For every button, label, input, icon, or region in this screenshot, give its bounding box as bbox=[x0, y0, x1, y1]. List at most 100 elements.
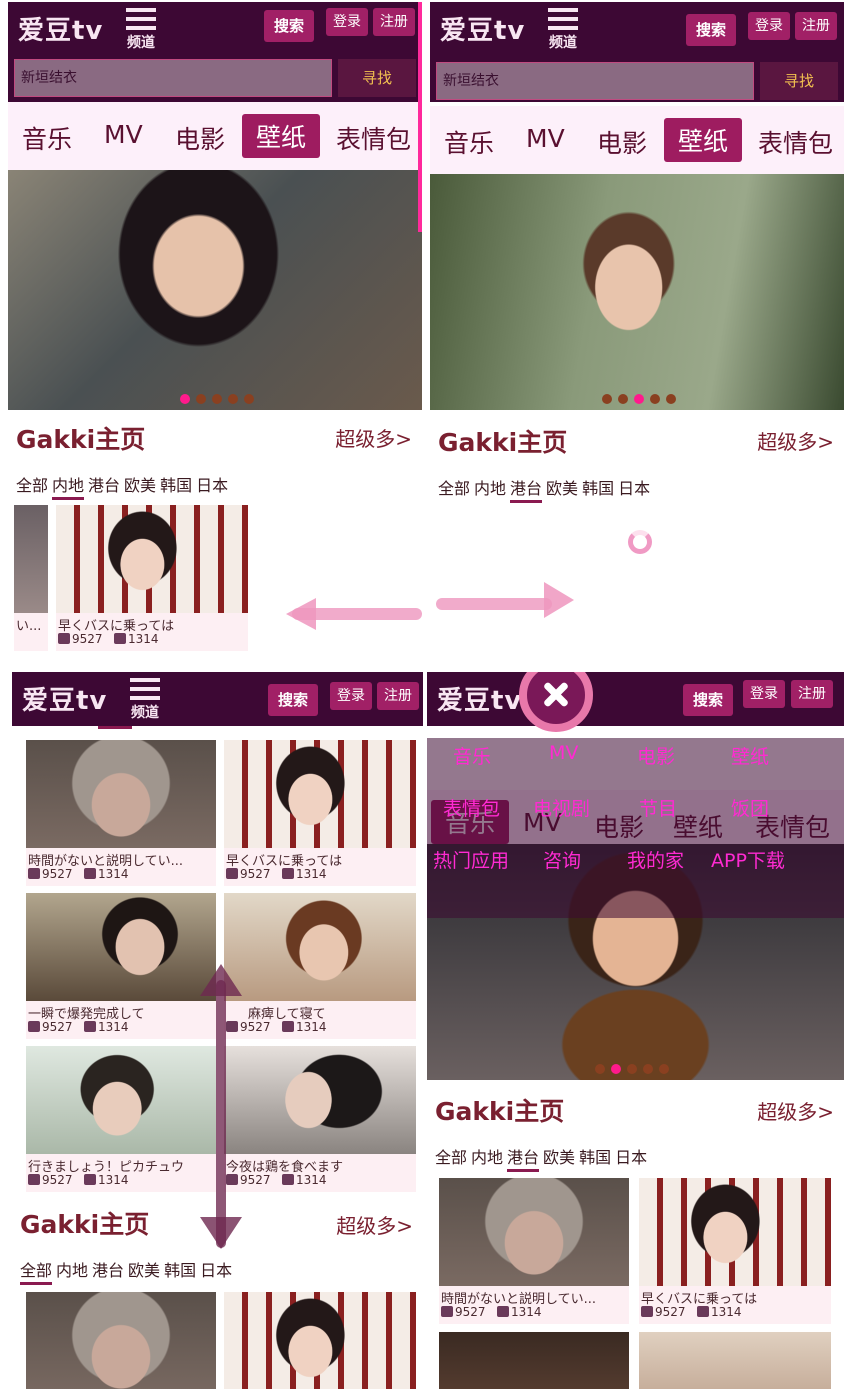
tab-mainland[interactable]: 内地 bbox=[52, 476, 85, 500]
login-button[interactable]: 登录 bbox=[743, 680, 785, 708]
nav-emoji[interactable]: 表情包 bbox=[336, 120, 411, 156]
nav-music[interactable]: 音乐 bbox=[22, 120, 72, 156]
register-button[interactable]: 注册 bbox=[795, 12, 837, 40]
video-card[interactable] bbox=[224, 1292, 416, 1389]
video-card[interactable]: い... bbox=[14, 505, 48, 651]
video-card[interactable] bbox=[439, 1332, 629, 1389]
tab-hktw[interactable]: 港台 bbox=[507, 1148, 540, 1172]
tab-mainland[interactable]: 内地 bbox=[56, 1261, 88, 1282]
video-card[interactable]: 早くバスに乗っては 9527 1314 bbox=[639, 1178, 831, 1324]
tab-mainland[interactable]: 内地 bbox=[474, 479, 506, 500]
tab-korea[interactable]: 韩国 bbox=[582, 479, 614, 500]
login-button[interactable]: 登录 bbox=[748, 12, 790, 40]
thumbnail bbox=[56, 505, 248, 613]
menu-item-tv[interactable]: 电视剧 bbox=[533, 794, 590, 821]
search-button[interactable]: 搜索 bbox=[264, 10, 314, 42]
tab-all[interactable]: 全部 bbox=[438, 479, 470, 500]
tab-hktw[interactable]: 港台 bbox=[88, 476, 120, 497]
tab-japan[interactable]: 日本 bbox=[200, 1261, 232, 1282]
tab-western[interactable]: 欧美 bbox=[546, 479, 578, 500]
video-card[interactable]: 今夜は鶏を食べます 9527 1314 bbox=[224, 1046, 416, 1192]
find-button[interactable]: 寻找 bbox=[760, 62, 838, 100]
nav-wallpaper[interactable]: 壁纸 bbox=[664, 118, 743, 162]
video-card[interactable] bbox=[639, 1332, 831, 1389]
video-card[interactable]: 一瞬で爆発完成して 9527 1314 bbox=[26, 893, 216, 1039]
search-input[interactable]: 新垣结衣 bbox=[14, 59, 332, 97]
login-button[interactable]: 登录 bbox=[326, 8, 368, 36]
tab-hktw[interactable]: 港台 bbox=[510, 479, 543, 503]
app-logo[interactable]: 爱豆tv bbox=[18, 10, 103, 47]
menu-item-music[interactable]: 音乐 bbox=[453, 742, 491, 769]
video-card[interactable]: 早くバスに乗っては 9527 1314 bbox=[56, 505, 248, 651]
comment-icon bbox=[84, 868, 96, 879]
video-card[interactable]: 時間がないと説明してい... 9527 1314 bbox=[439, 1178, 629, 1324]
register-button[interactable]: 注册 bbox=[377, 682, 419, 710]
menu-item-app-download[interactable]: APP下载 bbox=[711, 846, 785, 873]
channel-button[interactable]: 频道 bbox=[124, 8, 158, 52]
app-logo[interactable]: 爱豆tv bbox=[440, 10, 525, 47]
banner-image[interactable] bbox=[8, 170, 422, 410]
video-card[interactable]: 時間がないと説明してい... 9527 1314 bbox=[26, 740, 216, 886]
menu-item-fanclub[interactable]: 饭团 bbox=[731, 794, 769, 821]
tab-korea[interactable]: 韩国 bbox=[160, 476, 192, 497]
search-input[interactable]: 新垣结衣 bbox=[436, 62, 754, 100]
tab-western[interactable]: 欧美 bbox=[128, 1261, 160, 1282]
tab-korea[interactable]: 韩国 bbox=[579, 1148, 611, 1169]
find-button[interactable]: 寻找 bbox=[338, 59, 416, 97]
search-button[interactable]: 搜索 bbox=[683, 684, 733, 716]
nav-mv[interactable]: MV bbox=[526, 124, 565, 153]
more-link[interactable]: 超级多> bbox=[757, 426, 834, 455]
nav-movie[interactable]: 电影 bbox=[175, 120, 225, 156]
tab-hktw[interactable]: 港台 bbox=[92, 1261, 124, 1282]
nav-emoji[interactable]: 表情包 bbox=[758, 124, 833, 160]
menu-item-hot-apps[interactable]: 热门应用 bbox=[433, 846, 509, 873]
nav-movie[interactable]: 电影 bbox=[597, 124, 647, 160]
tab-japan[interactable]: 日本 bbox=[615, 1148, 647, 1169]
play-icon bbox=[441, 1306, 453, 1317]
nav-music[interactable]: 音乐 bbox=[444, 124, 494, 160]
more-link[interactable]: 超级多> bbox=[335, 423, 412, 452]
login-button[interactable]: 登录 bbox=[330, 682, 372, 710]
channel-button[interactable]: 频道 bbox=[128, 678, 162, 722]
nav-mv[interactable]: MV bbox=[104, 120, 143, 149]
menu-item-shows[interactable]: 节目 bbox=[639, 794, 677, 821]
play-icon bbox=[226, 1174, 238, 1185]
app-logo[interactable]: 爱豆tv bbox=[437, 680, 522, 717]
section-title: Gakki主页 bbox=[16, 425, 146, 454]
tab-korea[interactable]: 韩国 bbox=[164, 1261, 196, 1282]
search-button[interactable]: 搜索 bbox=[268, 684, 318, 716]
section-title: Gakki主页 bbox=[20, 1210, 150, 1239]
tab-all[interactable]: 全部 bbox=[16, 476, 48, 497]
menu-item-emoji[interactable]: 表情包 bbox=[443, 794, 500, 821]
video-card[interactable]: 早くバスに乗っては 9527 1314 bbox=[224, 740, 416, 886]
thumbnail bbox=[14, 505, 48, 613]
menu-item-news[interactable]: 咨询 bbox=[543, 846, 581, 873]
more-link[interactable]: 超级多> bbox=[336, 1210, 413, 1239]
tab-japan[interactable]: 日本 bbox=[618, 479, 650, 500]
tab-western[interactable]: 欧美 bbox=[543, 1148, 575, 1169]
nav-wallpaper[interactable]: 壁纸 bbox=[242, 114, 321, 158]
tab-all[interactable]: 全部 bbox=[20, 1261, 53, 1285]
video-card[interactable]: 麻痺して寝て 9527 1314 bbox=[224, 893, 416, 1039]
tab-mainland[interactable]: 内地 bbox=[471, 1148, 503, 1169]
video-card[interactable]: 行きましょう！ピカチュウ 9527 1314 bbox=[26, 1046, 216, 1192]
banner-image[interactable] bbox=[430, 174, 844, 410]
app-logo[interactable]: 爱豆tv bbox=[22, 680, 107, 717]
tab-japan[interactable]: 日本 bbox=[196, 476, 228, 497]
register-button[interactable]: 注册 bbox=[791, 680, 833, 708]
menu-item-movie[interactable]: 电影 bbox=[637, 742, 675, 769]
region-tabs: 全部 内地 港台 欧美 韩国 日本 bbox=[16, 472, 232, 500]
video-card[interactable] bbox=[26, 1292, 216, 1389]
more-link[interactable]: 超级多> bbox=[757, 1096, 834, 1125]
menu-item-mv[interactable]: MV bbox=[549, 742, 578, 764]
tab-all[interactable]: 全部 bbox=[435, 1148, 467, 1169]
menu-item-wallpaper[interactable]: 壁纸 bbox=[731, 742, 769, 769]
search-button[interactable]: 搜索 bbox=[686, 14, 736, 46]
tab-western[interactable]: 欧美 bbox=[124, 476, 156, 497]
swipe-vertical-arrow bbox=[216, 980, 226, 1248]
menu-item-my-home[interactable]: 我的家 bbox=[627, 846, 684, 873]
channel-button[interactable]: 频道 bbox=[546, 8, 580, 52]
app-header: 爱豆tv 频道 搜索 登录 注册 新垣结衣 寻找 bbox=[8, 2, 422, 102]
category-nav: 音乐 MV 电影 壁纸 表情包 bbox=[430, 106, 844, 174]
register-button[interactable]: 注册 bbox=[373, 8, 415, 36]
